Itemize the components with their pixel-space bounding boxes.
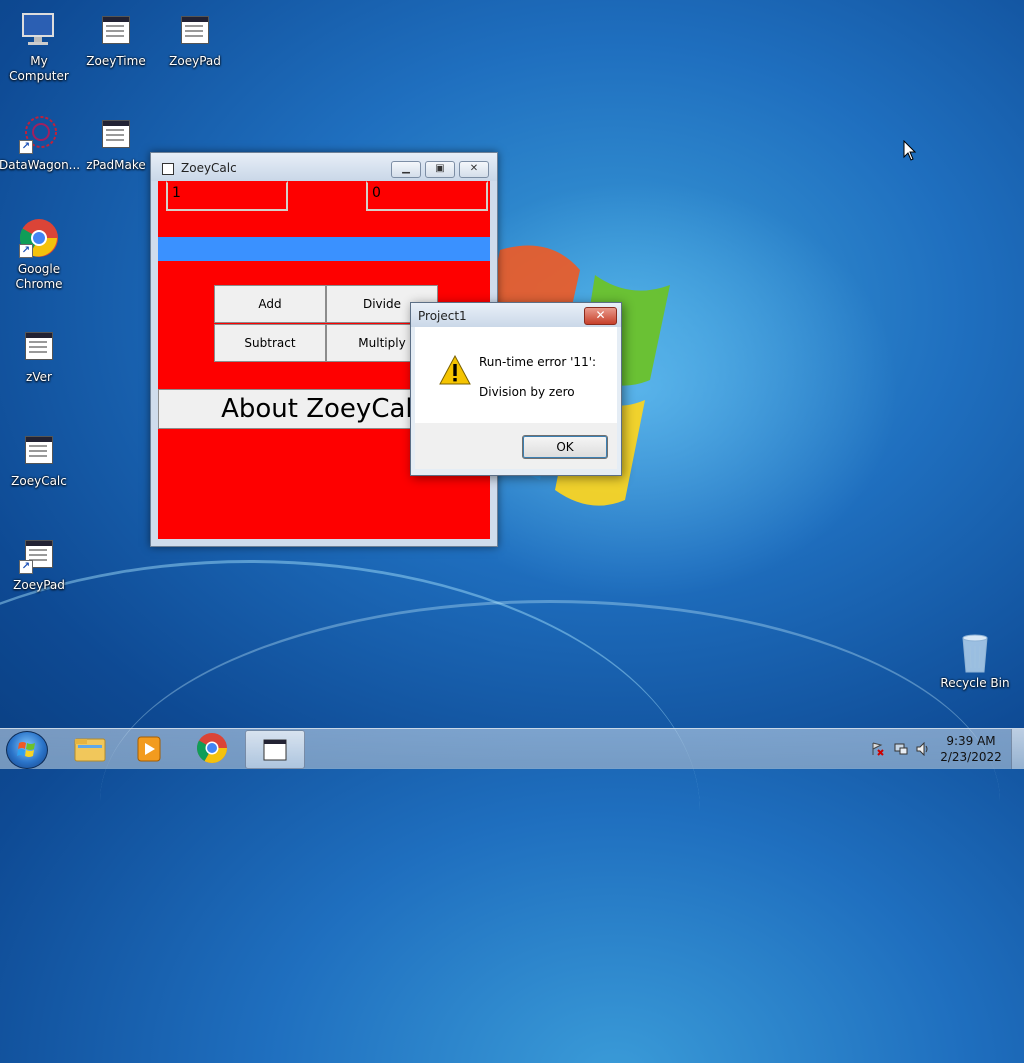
recycle-bin-icon: [955, 632, 995, 673]
error-message-title: Run-time error '11':: [479, 355, 597, 369]
taskbar-media-player[interactable]: [120, 730, 178, 767]
windows-start-icon: [17, 742, 35, 757]
desktop-icon-label: zVer: [26, 370, 52, 384]
shortcut-arrow-icon: ↗: [19, 244, 33, 258]
maximize-button[interactable]: ▣: [425, 161, 455, 178]
desktop-icon-label: ZoeyTime: [86, 54, 146, 68]
minimize-button[interactable]: ▁: [391, 161, 421, 178]
desktop-icon-zpadmake[interactable]: zPadMake: [76, 114, 156, 173]
desktop-icon-zoeytime[interactable]: ZoeyTime: [76, 10, 156, 69]
ok-button[interactable]: OK: [522, 435, 608, 459]
taskbar: 9:39 AM 2/23/2022: [0, 728, 1024, 769]
dialog-close-button[interactable]: ✕: [584, 307, 617, 325]
computer-icon: [19, 10, 59, 50]
vb-app-icon: [175, 10, 215, 50]
window-titlebar[interactable]: ZoeyCalc ▁ ▣ ✕: [151, 153, 497, 181]
chrome-icon: ↗: [19, 218, 59, 258]
mouse-cursor-icon: [903, 140, 917, 161]
desktop-icon-label: Google Chrome: [15, 262, 63, 291]
vb-app-icon: ↗: [19, 534, 59, 574]
error-message-detail: Division by zero: [479, 385, 575, 399]
start-button[interactable]: [6, 731, 48, 769]
subtract-button[interactable]: Subtract: [214, 324, 326, 362]
vb-app-icon: [19, 326, 59, 366]
datawagon-icon: ↗: [19, 114, 59, 154]
clock-date: 2/23/2022: [940, 750, 1002, 764]
taskbar-clock[interactable]: 9:39 AM 2/23/2022: [940, 733, 1002, 765]
add-button[interactable]: Add: [214, 285, 326, 323]
desktop-icon-zver[interactable]: zVer: [0, 326, 79, 385]
warning-icon: [439, 355, 471, 385]
show-desktop-button[interactable]: [1011, 729, 1024, 769]
close-button[interactable]: ✕: [459, 161, 489, 178]
desktop-icon-label: ZoeyPad: [13, 578, 65, 592]
taskbar-chrome[interactable]: [183, 730, 241, 767]
network-icon[interactable]: [894, 742, 908, 756]
media-player-icon: [137, 736, 161, 762]
error-dialog[interactable]: Project1 ✕ Run-time error '11': Division…: [410, 302, 622, 476]
operand2-field[interactable]: 0: [366, 181, 488, 211]
taskbar-explorer[interactable]: [60, 730, 118, 767]
dialog-title: Project1: [418, 309, 467, 323]
desktop-icon-label: ZoeyCalc: [11, 474, 67, 488]
desktop-icon-google-chrome[interactable]: ↗ Google Chrome: [0, 218, 79, 292]
desktop-icon-label: Recycle Bin: [940, 676, 1010, 690]
desktop-icon-zoeypad-shortcut[interactable]: ↗ ZoeyPad: [0, 534, 79, 593]
dialog-footer: OK: [415, 423, 617, 469]
vb-app-icon: [96, 10, 136, 50]
result-band: [158, 237, 490, 261]
desktop-icon-zoeypad[interactable]: ZoeyPad: [155, 10, 235, 69]
shortcut-arrow-icon: ↗: [19, 140, 33, 154]
chrome-icon: [196, 733, 227, 764]
vb-app-icon: [96, 114, 136, 154]
app-icon: [162, 163, 174, 175]
vb-app-icon: [19, 430, 59, 470]
action-center-flag-icon[interactable]: [870, 742, 884, 756]
volume-icon[interactable]: [916, 742, 930, 756]
shortcut-arrow-icon: ↗: [19, 560, 33, 574]
folder-icon: [74, 738, 106, 762]
desktop-icon-label: DataWagon...: [0, 158, 81, 172]
desktop-icon-zoeycalc[interactable]: ZoeyCalc: [0, 430, 79, 489]
desktop-icon-label: ZoeyPad: [169, 54, 221, 68]
clock-time: 9:39 AM: [946, 734, 996, 748]
taskbar-zoeycalc[interactable]: [245, 730, 305, 769]
desktop-icon-my-computer[interactable]: My Computer: [0, 10, 79, 84]
desktop-icon-label: zPadMake: [86, 158, 146, 172]
dialog-body: Run-time error '11': Division by zero: [415, 327, 617, 423]
vb-app-icon: [263, 739, 287, 761]
desktop-icon-label: My Computer: [9, 54, 69, 83]
dialog-titlebar[interactable]: Project1 ✕: [411, 303, 621, 327]
window-title: ZoeyCalc: [181, 161, 237, 175]
operand1-field[interactable]: 1: [166, 181, 288, 211]
desktop-icon-recycle-bin[interactable]: Recycle Bin: [935, 632, 1015, 691]
desktop-icon-datawagon[interactable]: ↗ DataWagon...: [0, 114, 81, 173]
